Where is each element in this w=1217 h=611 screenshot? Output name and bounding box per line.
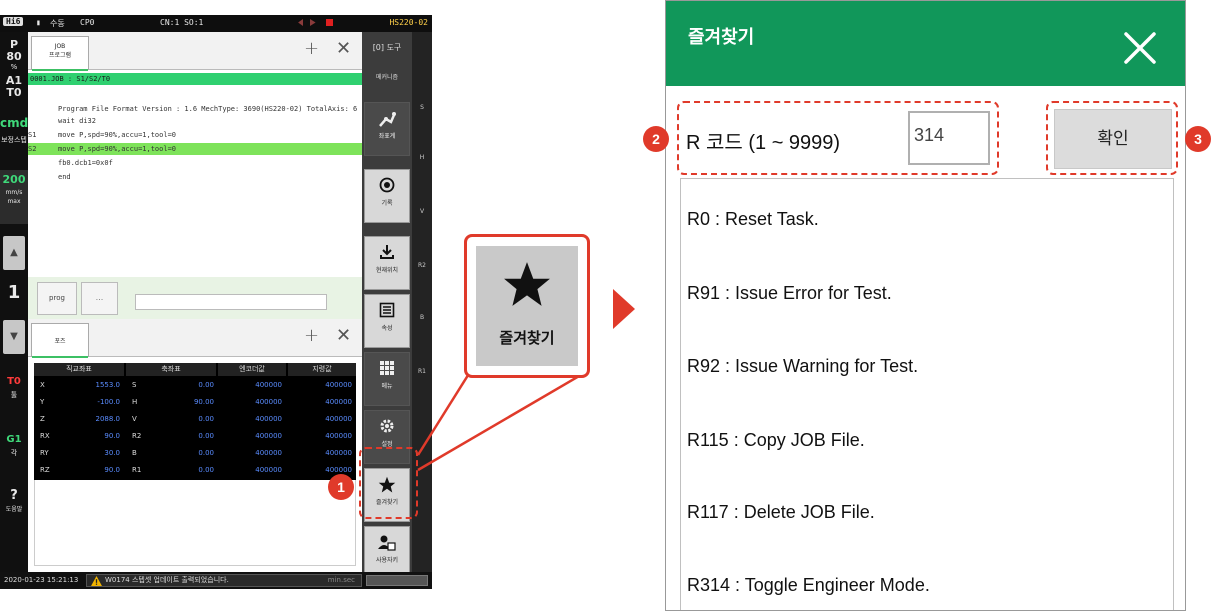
favorites-zoom-label: 즐겨찾기 (499, 329, 555, 347)
favorites-zoom-button: 즐겨찾기 (476, 246, 578, 366)
list-item[interactable]: R0 : Reset Task. (687, 209, 819, 230)
list-item[interactable]: R91 : Issue Error for Test. (687, 283, 892, 304)
flow-arrow (613, 289, 635, 329)
favorites-zoom-callout: 즐겨찾기 (464, 234, 590, 378)
dialog-title: 즐겨찾기 (688, 27, 755, 47)
dialog-header: 즐겨찾기 (666, 1, 1185, 86)
list-item[interactable]: R115 : Copy JOB File. (687, 430, 865, 451)
favorites-dialog: 즐겨찾기 R 코드 (1 ~ 9999) 314 확인 R0 : Reset T… (665, 0, 1186, 611)
list-item[interactable]: R92 : Issue Warning for Test. (687, 356, 918, 377)
list-item[interactable]: R314 : Toggle Engineer Mode. (687, 575, 930, 596)
list-item[interactable]: R117 : Delete JOB File. (687, 502, 875, 523)
close-icon[interactable] (1122, 30, 1158, 66)
callout-2: 2 (643, 126, 669, 152)
rcode-highlight (677, 101, 999, 175)
callout-3: 3 (1185, 126, 1211, 152)
star-icon (476, 260, 578, 321)
rcode-list: R0 : Reset Task. R91 : Issue Error for T… (680, 178, 1174, 610)
confirm-highlight (1046, 101, 1178, 175)
